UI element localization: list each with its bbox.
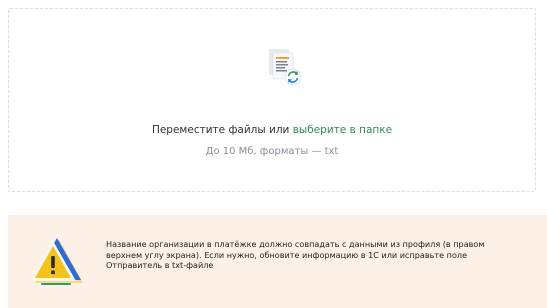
document-upload-icon <box>263 45 303 89</box>
choose-in-folder-link[interactable]: выберите в папке <box>293 124 392 136</box>
dropzone-hint: До 10 Мб, форматы — txt <box>205 146 339 157</box>
warning-banner: Название организации в платёжке должно с… <box>8 215 547 308</box>
dropzone-instruction: Переместите файлы или выберите в папке <box>9 124 535 136</box>
dropzone-prompt: Переместите файлы или <box>151 124 290 136</box>
file-dropzone[interactable]: Переместите файлы или выберите в папке Д… <box>8 8 536 192</box>
warning-triangle-icon <box>29 233 85 289</box>
page: Переместите файлы или выберите в папке Д… <box>0 0 547 308</box>
warning-message: Название организации в платёжке должно с… <box>106 239 485 270</box>
